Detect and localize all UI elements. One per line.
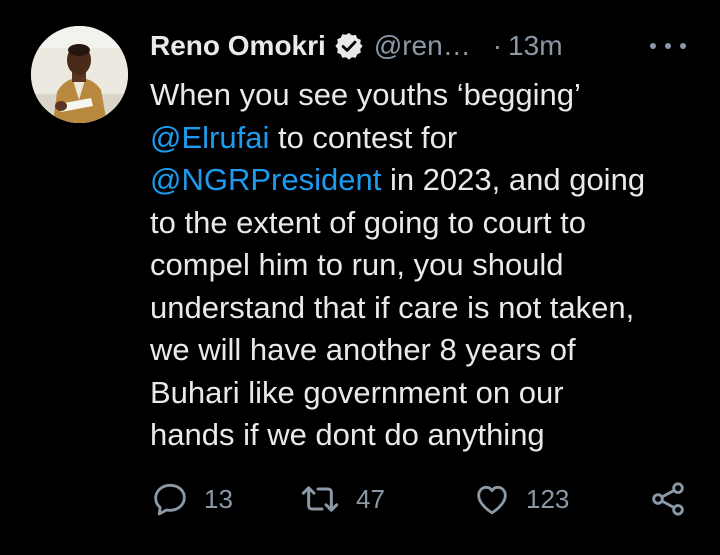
like-button[interactable]: 123 [472,476,569,522]
tweet-text-segment: hands if we dont do anything [150,417,545,452]
tweet-text-segment: compel him to run, you should [150,247,564,282]
avatar[interactable] [31,26,128,123]
tweet-text-segment: in 2023, and going [381,162,646,197]
tweet-text-segment: to the extent of going to court to [150,204,587,240]
timestamp[interactable]: 13m [508,30,562,62]
tweet-text-line: @NGRPresident in 2023, and going [150,159,710,202]
separator-dot: · [492,30,503,61]
tweet-text-line: @Elrufai to contest for [150,117,710,160]
tweet-text-line: we will have another 8 years of [150,329,710,372]
tweet-text-line: When you see youths ‘begging’ [150,74,710,117]
heart-icon [477,485,507,515]
tweet-text-segment: understand that if care is not taken, [150,289,635,325]
tweet-text-line: hands if we dont do anything [150,414,710,457]
more-dot [650,43,656,49]
mention-link[interactable]: @NGRPresident [150,162,381,197]
tweet-card[interactable]: Reno Omokri @ren… · 13m When you see you… [0,0,720,555]
tweet-actions: 13 47 123 [150,476,695,522]
reply-icon [154,483,186,516]
mention-link[interactable]: @Elrufai [150,120,269,155]
tweet-text-segment: we will have another 8 years of [150,332,576,367]
reply-count: 13 [204,483,233,514]
tweet-text-line: Buhari like government on our [150,372,710,415]
more-dot [680,43,686,49]
author-handle[interactable]: @ren… [374,30,471,62]
tweet-text-segment: Buhari like government on our [150,374,564,410]
like-count: 123 [526,483,570,514]
tweet-header: Reno Omokri @ren… · 13m [150,26,690,66]
retweet-button[interactable]: 47 [298,476,385,522]
more-dot [665,43,671,49]
share-icon [652,482,684,516]
tweet-text-line: compel him to run, you should [150,244,710,287]
tweet-text: When you see youths ‘begging’ @Elrufai to… [150,74,710,457]
avatar-photo [31,26,128,123]
tweet-text-segment: to contest for [269,119,458,155]
tweet-text-segment: When you see youths ‘begging’ [150,77,581,112]
reply-button[interactable]: 13 [150,476,233,522]
retweet-icon [301,486,339,512]
retweet-count: 47 [356,483,385,514]
tweet-text-line: to the extent of going to court to [150,202,710,245]
share-button[interactable] [648,476,688,522]
verified-badge-icon [334,31,364,61]
more-options-icon[interactable] [650,34,686,58]
author-name[interactable]: Reno Omokri [150,30,326,62]
tweet-text-line: understand that if care is not taken, [150,287,710,330]
